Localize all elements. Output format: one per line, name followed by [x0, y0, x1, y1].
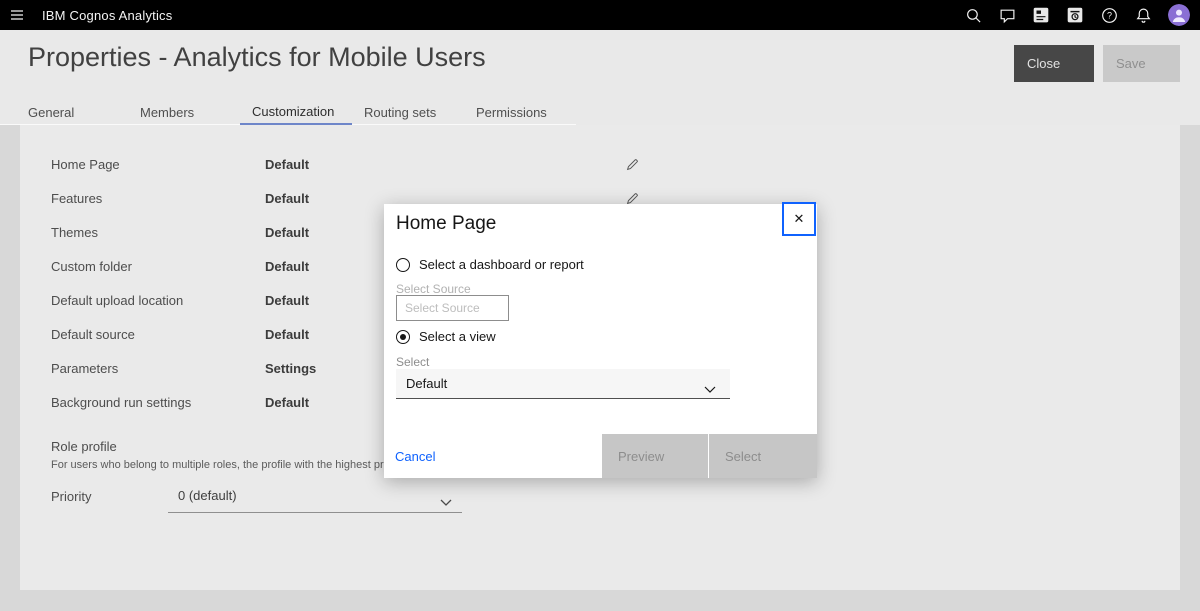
chevron-down-icon: [704, 380, 716, 398]
close-button[interactable]: Close: [1014, 45, 1094, 82]
tab-general[interactable]: General: [16, 100, 128, 125]
svg-text:?: ?: [1106, 10, 1111, 20]
preview-button[interactable]: Preview: [602, 434, 708, 478]
page-title: Properties - Analytics for Mobile Users: [28, 42, 486, 73]
radio-button-unselected[interactable]: [396, 258, 410, 272]
notifications-icon[interactable]: [1134, 6, 1152, 24]
home-page-modal: ✕ Home Page Select a dashboard or report…: [384, 204, 817, 478]
tab-bar: General Members Customization Routing se…: [0, 100, 576, 125]
priority-row: Priority 0 (default): [51, 481, 1151, 513]
select-button[interactable]: Select: [708, 434, 817, 478]
account-avatar[interactable]: [1168, 4, 1190, 26]
property-row-home-page: Home Page Default: [51, 147, 1151, 181]
view-dropdown-value: Default: [396, 369, 730, 398]
role-profile-label: Role profile: [51, 439, 117, 454]
topbar-actions: ?: [964, 4, 1200, 26]
property-label: Custom folder: [51, 259, 265, 274]
tab-members[interactable]: Members: [128, 100, 240, 125]
app-brand: IBM Cognos Analytics: [42, 8, 172, 23]
property-label: Home Page: [51, 157, 265, 172]
view-dropdown[interactable]: Default: [396, 369, 730, 399]
select-view-label: Select: [396, 355, 429, 369]
cancel-link[interactable]: Cancel: [384, 434, 602, 478]
radio-label: Select a dashboard or report: [419, 257, 584, 272]
tab-permissions[interactable]: Permissions: [464, 100, 576, 125]
radio-select-dashboard[interactable]: Select a dashboard or report: [396, 257, 584, 272]
select-source-input[interactable]: [396, 295, 509, 321]
priority-dropdown-value: 0 (default): [168, 481, 462, 511]
chat-icon[interactable]: [998, 6, 1016, 24]
modal-title: Home Page: [396, 213, 496, 235]
property-value: Default: [265, 157, 622, 172]
activities-icon[interactable]: [1032, 6, 1050, 24]
save-button[interactable]: Save: [1103, 45, 1180, 82]
priority-dropdown[interactable]: 0 (default): [168, 481, 462, 513]
property-label: Features: [51, 191, 265, 206]
radio-label: Select a view: [419, 329, 496, 344]
top-bar: IBM Cognos Analytics ?: [0, 0, 1200, 30]
chevron-down-icon: [440, 493, 452, 511]
radio-select-view[interactable]: Select a view: [396, 329, 496, 344]
help-icon[interactable]: ?: [1100, 6, 1118, 24]
property-label: Background run settings: [51, 395, 265, 410]
tab-customization[interactable]: Customization: [240, 100, 352, 125]
property-label: Parameters: [51, 361, 265, 376]
select-source-label: Select Source: [396, 282, 471, 296]
modal-footer: Cancel Preview Select: [384, 434, 817, 478]
radio-button-selected[interactable]: [396, 330, 410, 344]
app-window: IBM Cognos Analytics ?: [0, 0, 1200, 611]
tab-routing-sets[interactable]: Routing sets: [352, 100, 464, 125]
edit-pencil-icon[interactable]: [622, 154, 642, 174]
menu-icon[interactable]: [0, 0, 34, 30]
property-label: Default source: [51, 327, 265, 342]
search-icon[interactable]: [964, 6, 982, 24]
schedules-icon[interactable]: [1066, 6, 1084, 24]
property-label: Default upload location: [51, 293, 265, 308]
priority-label: Priority: [51, 481, 91, 513]
close-icon[interactable]: ✕: [782, 202, 816, 236]
property-label: Themes: [51, 225, 265, 240]
